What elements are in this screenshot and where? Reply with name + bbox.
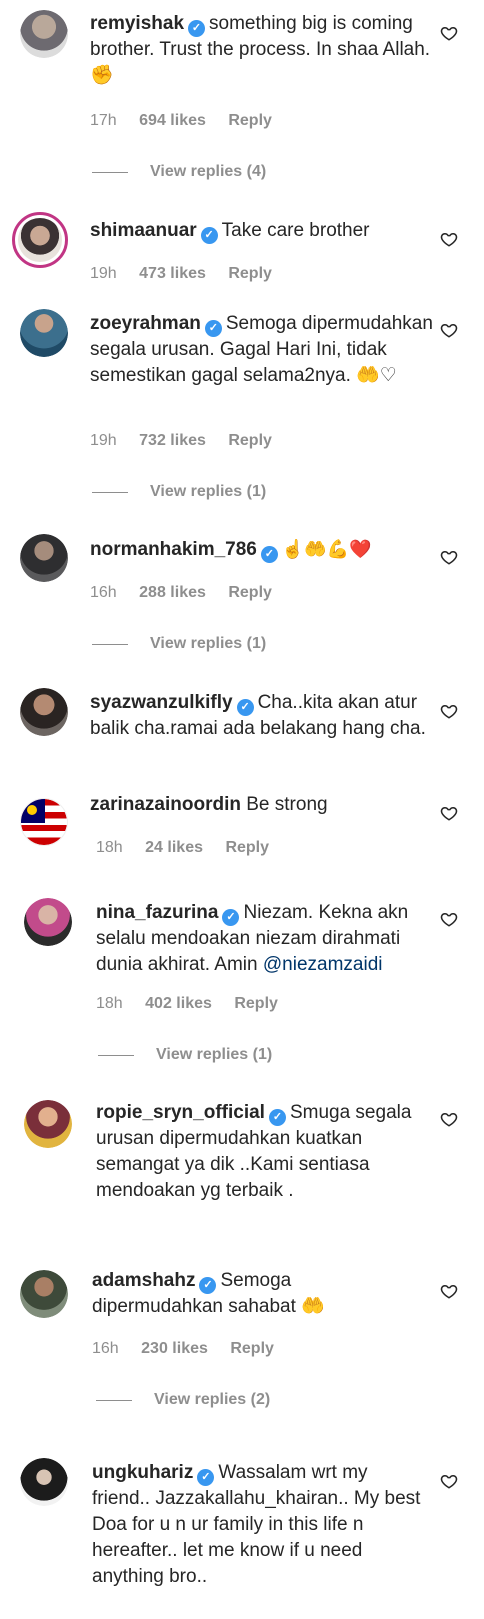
view-replies-button[interactable]: View replies (1) (98, 1046, 272, 1064)
comment-body: ropie_sryn_official ✓ Smuga segala urusan … (96, 1100, 426, 1204)
comment-meta: 19h 732 likes Reply (90, 432, 290, 450)
likes-count[interactable]: 230 likes (141, 1340, 208, 1357)
like-heart-icon[interactable] (440, 910, 458, 928)
comment-body: adamshahz ✓ Semoga dipermudahkan sahabat 🤲 (92, 1268, 427, 1320)
username[interactable]: ungkuhariz (92, 1462, 193, 1483)
likes-count[interactable]: 732 likes (139, 432, 206, 449)
like-heart-icon[interactable] (440, 1282, 458, 1300)
verified-badge-icon: ✓ (268, 1109, 286, 1126)
comment-body: normanhakim_786 ✓ ☝🤲💪❤️ (90, 536, 435, 563)
avatar[interactable] (20, 1458, 68, 1506)
username[interactable]: ropie_sryn_official (96, 1102, 265, 1123)
reply-button[interactable]: Reply (228, 112, 272, 129)
comment-meta: 19h 473 likes Reply (90, 265, 290, 283)
like-heart-icon[interactable] (440, 24, 458, 42)
timestamp: 16h (92, 1340, 119, 1357)
likes-count[interactable]: 694 likes (139, 112, 206, 129)
reply-button[interactable]: Reply (228, 265, 272, 282)
view-replies-button[interactable]: View replies (1) (92, 483, 266, 501)
likes-count[interactable]: 288 likes (139, 584, 206, 601)
comment-body: remyishak ✓ something big is coming brothe… (90, 11, 435, 89)
likes-count[interactable]: 24 likes (145, 839, 203, 856)
username[interactable]: nina_fazurina (96, 902, 218, 923)
timestamp: 18h (96, 839, 123, 856)
like-heart-icon[interactable] (440, 230, 458, 248)
reply-button[interactable]: Reply (228, 432, 272, 449)
divider-line (92, 643, 128, 645)
reply-button[interactable]: Reply (225, 839, 269, 856)
divider-line (92, 491, 128, 493)
like-heart-icon[interactable] (440, 804, 458, 822)
view-replies-button[interactable]: View replies (1) (92, 635, 266, 653)
comment-body: shimaanuar ✓ Take care brother (90, 218, 435, 244)
comment-text: Take care brother (221, 220, 370, 241)
comment-body: ungkuhariz ✓ Wassalam wrt my friend.. Jazz… (92, 1460, 427, 1590)
comment-text: Be strong (246, 794, 328, 815)
verified-badge-icon: ✓ (222, 909, 240, 926)
comment-body: nina_fazurina ✓ Niezam. Kekna akn selalu m… (96, 900, 426, 978)
comment-text: ☝🤲💪❤️ (281, 539, 372, 559)
like-heart-icon[interactable] (440, 548, 458, 566)
like-heart-icon[interactable] (440, 702, 458, 720)
mention-link[interactable]: @niezamzaidi (263, 954, 383, 975)
timestamp: 19h (90, 432, 117, 449)
avatar[interactable] (20, 534, 68, 582)
avatar[interactable] (24, 1100, 72, 1148)
comment-body: zarinazainoordin Be strong (90, 792, 435, 818)
avatar[interactable] (24, 898, 72, 946)
like-heart-icon[interactable] (440, 1110, 458, 1128)
timestamp: 16h (90, 584, 117, 601)
avatar[interactable] (20, 688, 68, 736)
verified-badge-icon: ✓ (204, 320, 222, 337)
comment-meta: 16h 288 likes Reply (90, 584, 290, 602)
verified-badge-icon: ✓ (188, 20, 206, 37)
comment-meta: 16h 230 likes Reply (92, 1340, 292, 1358)
comment-meta: 18h 24 likes Reply (96, 839, 287, 857)
divider-line (96, 1399, 132, 1401)
timestamp: 17h (90, 112, 117, 129)
comment-meta: 17h 694 likes Reply (90, 112, 290, 130)
avatar[interactable] (20, 798, 68, 846)
avatar[interactable] (20, 309, 68, 357)
timestamp: 19h (90, 265, 117, 282)
timestamp: 18h (96, 995, 123, 1012)
comments-feed: remyishak ✓ something big is coming brothe… (0, 0, 484, 1619)
verified-badge-icon: ✓ (199, 1277, 217, 1294)
username[interactable]: zoeyrahman (90, 313, 201, 334)
verified-badge-icon: ✓ (260, 546, 278, 563)
verified-badge-icon: ✓ (200, 227, 218, 244)
username[interactable]: shimaanuar (90, 220, 197, 241)
username[interactable]: remyishak (90, 13, 184, 34)
view-replies-button[interactable]: View replies (4) (92, 163, 266, 181)
comment-body: syazwanzulkifly ✓ Cha..kita akan atur bali… (90, 690, 435, 742)
likes-count[interactable]: 402 likes (145, 995, 212, 1012)
avatar[interactable] (20, 1270, 68, 1318)
reply-button[interactable]: Reply (230, 1340, 274, 1357)
username[interactable]: zarinazainoordin (90, 794, 241, 815)
like-heart-icon[interactable] (440, 1472, 458, 1490)
avatar[interactable] (12, 212, 68, 268)
likes-count[interactable]: 473 likes (139, 265, 206, 282)
comment-body: zoeyrahman ✓ Semoga dipermudahkan segala u… (90, 311, 435, 389)
view-replies-button[interactable]: View replies (2) (96, 1391, 270, 1409)
divider-line (92, 171, 128, 173)
username[interactable]: normanhakim_786 (90, 539, 257, 560)
divider-line (98, 1054, 134, 1056)
avatar[interactable] (20, 10, 68, 58)
like-heart-icon[interactable] (440, 321, 458, 339)
reply-button[interactable]: Reply (234, 995, 278, 1012)
comment-meta: 18h 402 likes Reply (96, 995, 296, 1013)
verified-badge-icon: ✓ (236, 699, 254, 716)
username[interactable]: syazwanzulkifly (90, 692, 233, 713)
username[interactable]: adamshahz (92, 1270, 195, 1291)
reply-button[interactable]: Reply (228, 584, 272, 601)
verified-badge-icon: ✓ (197, 1469, 215, 1486)
